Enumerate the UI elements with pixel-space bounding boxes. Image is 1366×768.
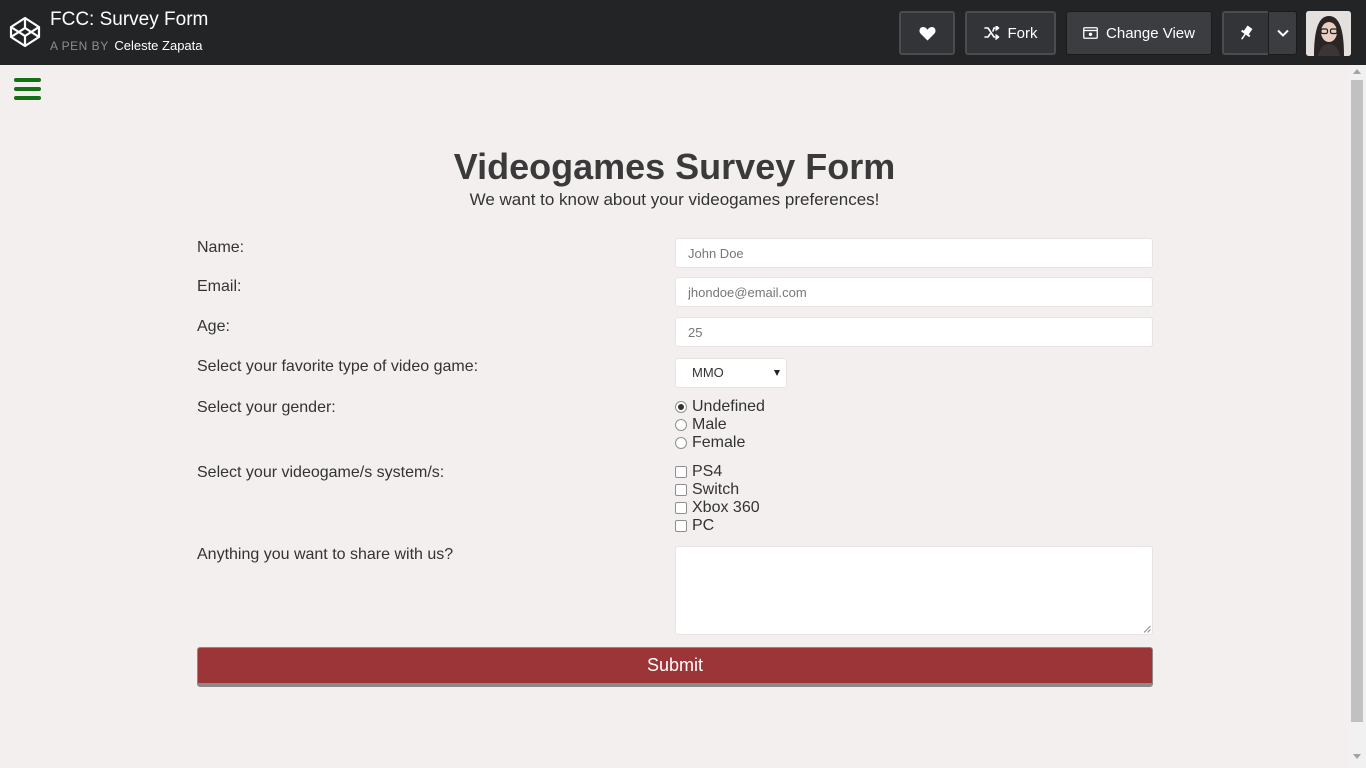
radio-button[interactable]: [675, 419, 687, 431]
gender-option-male[interactable]: Male: [675, 416, 727, 434]
game-type-select[interactable]: MMO: [675, 358, 787, 388]
gender-option-female[interactable]: Female: [675, 434, 745, 452]
chevron-down-icon: [1276, 29, 1289, 37]
hamburger-line: [14, 87, 41, 91]
form-title: Videogames Survey Form: [453, 146, 896, 187]
system-option-label: PC: [692, 517, 715, 534]
radio-button[interactable]: [675, 401, 687, 413]
scroll-down-arrow-icon[interactable]: [1353, 754, 1361, 759]
comments-label: Anything you want to share with us?: [197, 546, 454, 563]
submit-button[interactable]: Submit: [197, 647, 1153, 687]
author-link[interactable]: Celeste Zapata: [114, 38, 202, 53]
pen-by-label: A PEN BY: [50, 39, 109, 53]
game-type-label: Select your favorite type of video game:: [197, 358, 479, 375]
checkbox[interactable]: [675, 520, 687, 532]
scrollbar-thumb[interactable]: [1351, 80, 1363, 722]
age-label: Age:: [197, 318, 230, 335]
system-option-pc[interactable]: PC: [675, 517, 714, 535]
game-type-selected-value: MMO: [692, 365, 724, 380]
user-avatar[interactable]: [1306, 11, 1351, 56]
email-input[interactable]: [675, 277, 1153, 307]
radio-button[interactable]: [675, 437, 687, 449]
form-description: We want to know about your videogames pr…: [469, 190, 880, 209]
gender-option-label: Male: [692, 416, 727, 433]
scroll-up-arrow-icon[interactable]: [1353, 69, 1361, 74]
system-option-label: PS4: [692, 463, 723, 480]
pin-options-button[interactable]: [1268, 11, 1297, 55]
systems-label: Select your videogame/s system/s:: [197, 464, 445, 481]
heart-button[interactable]: [899, 11, 955, 55]
fork-icon: [983, 26, 999, 40]
hamburger-menu-icon[interactable]: [14, 78, 41, 100]
system-option-xbox-360[interactable]: Xbox 360: [675, 499, 760, 517]
codepen-logo-icon[interactable]: [9, 16, 41, 48]
gender-option-label: Female: [692, 434, 746, 451]
name-input[interactable]: [675, 238, 1153, 268]
name-label: Name:: [197, 239, 245, 256]
gender-option-undefined[interactable]: Undefined: [675, 398, 765, 416]
dropdown-arrow-icon: [774, 370, 780, 376]
pen-title[interactable]: FCC: Survey Form: [50, 9, 208, 31]
pin-icon: [1241, 25, 1253, 40]
system-option-label: Switch: [692, 481, 740, 498]
fork-button[interactable]: Fork: [965, 11, 1056, 55]
change-view-icon: [1083, 27, 1098, 39]
heart-icon: [919, 26, 935, 40]
fork-label: Fork: [1007, 24, 1038, 42]
checkbox[interactable]: [675, 466, 687, 478]
gender-option-label: Undefined: [692, 398, 765, 415]
checkbox[interactable]: [675, 502, 687, 514]
gender-label: Select your gender:: [197, 399, 336, 416]
system-option-switch[interactable]: Switch: [675, 481, 739, 499]
system-option-label: Xbox 360: [692, 499, 760, 516]
hamburger-line: [14, 78, 41, 82]
codepen-header: FCC: Survey Form A PEN BY Celeste Zapata…: [0, 0, 1366, 65]
pen-byline: A PEN BY Celeste Zapata: [50, 38, 203, 53]
age-input[interactable]: [675, 317, 1153, 347]
comments-textarea[interactable]: [675, 546, 1153, 635]
hamburger-line: [14, 96, 41, 100]
avatar-image: [1306, 11, 1351, 56]
resize-grip-icon[interactable]: [1143, 625, 1151, 633]
system-option-ps4[interactable]: PS4: [675, 463, 722, 481]
checkbox[interactable]: [675, 484, 687, 496]
change-view-button[interactable]: Change View: [1066, 11, 1212, 55]
email-label: Email:: [197, 278, 242, 295]
change-view-label: Change View: [1106, 24, 1195, 42]
pin-button[interactable]: [1222, 11, 1268, 55]
